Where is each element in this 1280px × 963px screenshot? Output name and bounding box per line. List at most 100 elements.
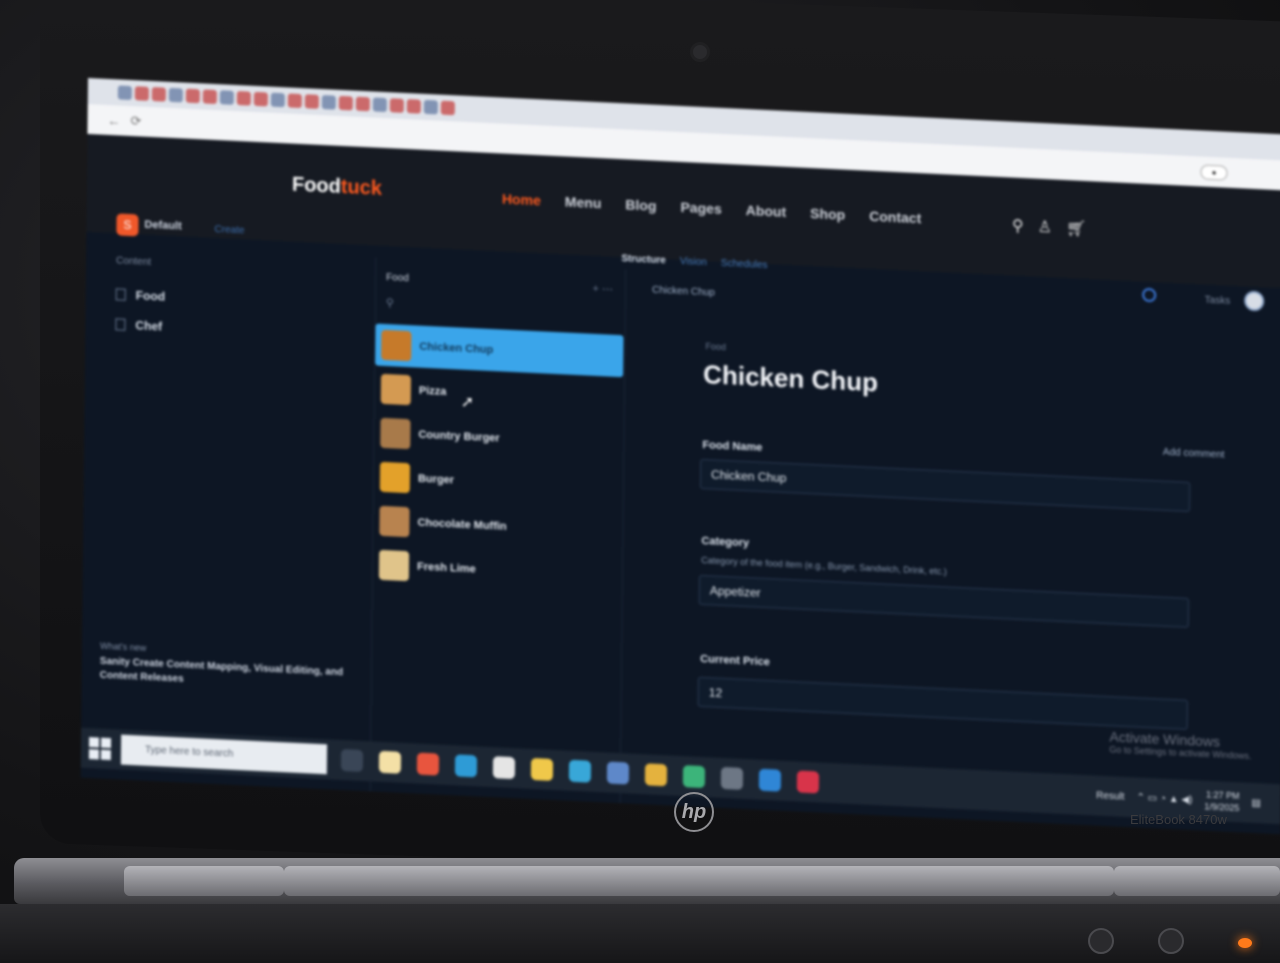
profile-button[interactable]: ● [1200, 163, 1228, 181]
document-icon [115, 288, 126, 301]
app-icon[interactable] [568, 759, 592, 783]
content-item-food[interactable]: Food [115, 287, 166, 304]
terminal-icon[interactable] [720, 766, 744, 790]
hinge-segment [124, 866, 284, 896]
tool-structure[interactable]: Structure [621, 253, 666, 266]
laptop-screen: ← ⟳ ● Foodtuck Home Menu Blog Pages Abou… [80, 78, 1280, 835]
tab-icon[interactable] [321, 95, 336, 110]
list-item-title: Country Burger [418, 428, 500, 445]
content-item-label: Food [135, 288, 166, 304]
food-name-label: Food Name [702, 438, 763, 454]
nav-home[interactable]: Home [502, 191, 541, 209]
studio-tools: Structure Vision Schedules [621, 253, 767, 271]
content-pane: Content Food Chef What's new Sanity Crea… [80, 243, 377, 792]
site-icons: ⚲ ♙ 🛒︎ [1012, 216, 1087, 239]
add-comment-button[interactable]: Add comment [1163, 447, 1225, 461]
list-item-fresh-lime[interactable]: Fresh Lime [373, 543, 621, 597]
site-logo[interactable]: Foodtuck [292, 174, 382, 201]
logo-accent-text: tuck [340, 175, 383, 200]
photo-scene: ← ⟳ ● Foodtuck Home Menu Blog Pages Abou… [0, 0, 1280, 963]
task-view-icon[interactable] [340, 748, 364, 772]
tab-icon[interactable] [236, 91, 251, 106]
tab-icon[interactable] [355, 96, 370, 112]
category-description: Category of the food item (e.g., Burger,… [701, 554, 947, 577]
nav-blog[interactable]: Blog [625, 196, 656, 213]
windows-start-icon[interactable] [88, 737, 112, 761]
taskbar-search-input[interactable]: Type here to search [120, 734, 328, 775]
nav-about[interactable]: About [746, 202, 787, 220]
content-item-chef[interactable]: Chef [115, 317, 163, 334]
tab-icon[interactable] [185, 88, 200, 104]
app-icon[interactable] [378, 750, 402, 774]
content-item-label: Chef [135, 318, 163, 334]
vscode-icon[interactable] [758, 768, 782, 792]
laptop-base [0, 904, 1280, 963]
tab-icon[interactable] [151, 87, 166, 102]
tab-icon[interactable] [270, 92, 285, 108]
app-icon[interactable] [682, 765, 706, 789]
workspace-icon[interactable]: S [116, 213, 139, 237]
laptop-model-label: EliteBook 8470w [1130, 812, 1227, 827]
user-icon[interactable]: ♙ [1037, 217, 1052, 238]
weather-text[interactable]: Result [1096, 790, 1124, 802]
nav-menu[interactable]: Menu [565, 193, 602, 211]
file-explorer-icon[interactable] [530, 757, 554, 781]
search-icon[interactable]: ⚲ [1012, 216, 1024, 237]
tab-icon[interactable] [406, 99, 421, 114]
power-led [1238, 938, 1252, 948]
search-icon[interactable]: ⚲ [386, 296, 394, 309]
price-label: Current Price [700, 652, 770, 669]
back-icon[interactable]: ← [107, 112, 120, 128]
github-icon[interactable] [492, 756, 516, 780]
tab-icon[interactable] [168, 87, 183, 103]
tab-icon[interactable] [304, 94, 319, 109]
list-actions[interactable]: + ⋯ [592, 282, 613, 296]
clock[interactable]: 1:27 PM 1/9/2025 [1204, 789, 1239, 815]
food-thumbnail [381, 329, 412, 362]
nav-contact[interactable]: Contact [869, 208, 921, 226]
tab-icon[interactable] [440, 100, 455, 116]
content-heading: Content [116, 255, 152, 268]
food-list-pane: Food + ⋯ ⚲ Chicken Chup Pizza Country Bu… [370, 257, 627, 804]
document-icon [115, 318, 126, 331]
price-field[interactable]: 12 [697, 676, 1188, 730]
tab-icon[interactable] [253, 91, 268, 107]
tab-icon[interactable] [423, 99, 438, 115]
category-label: Category [701, 534, 750, 550]
reload-icon[interactable]: ⟳ [130, 113, 141, 130]
tab-icon[interactable] [338, 95, 353, 111]
food-name-field[interactable]: Chicken Chup [699, 458, 1191, 512]
tab-icon[interactable] [372, 97, 387, 113]
document-editor: Chicken Chup Food Chicken Chup Add comme… [621, 269, 1280, 834]
tab-icon[interactable] [134, 86, 149, 101]
app-icon[interactable] [416, 752, 440, 776]
workspace-name[interactable]: Default [144, 219, 181, 233]
tab-icon[interactable] [117, 85, 132, 101]
food-thumbnail [380, 373, 412, 406]
site-nav: Home Menu Blog Pages About Shop Contact [502, 191, 922, 227]
list-heading: Food [385, 272, 409, 285]
app-icon[interactable] [796, 770, 820, 794]
cart-icon[interactable]: 🛒︎ [1066, 218, 1087, 239]
food-thumbnail [379, 505, 410, 538]
webcam [690, 42, 710, 62]
tray-icons[interactable]: ⌃ ▭ ◔ ▲ ◀) [1136, 792, 1192, 806]
create-button[interactable]: Create [214, 224, 244, 236]
tool-schedules[interactable]: Schedules [721, 258, 768, 271]
tab-icon[interactable] [389, 98, 404, 113]
app-icon[interactable] [606, 761, 630, 785]
tab-icon[interactable] [287, 93, 302, 109]
breadcrumb[interactable]: Chicken Chup [652, 285, 715, 299]
nav-shop[interactable]: Shop [810, 205, 845, 223]
chrome-icon[interactable] [644, 763, 668, 787]
notifications-icon[interactable]: ▤ [1251, 797, 1261, 808]
whats-new-card[interactable]: What's new Sanity Create Content Mapping… [100, 641, 360, 695]
tab-icon[interactable] [202, 89, 217, 105]
nav-pages[interactable]: Pages [680, 199, 721, 217]
laptop-hinge [14, 858, 1280, 904]
edge-icon[interactable] [454, 754, 478, 778]
tool-vision[interactable]: Vision [680, 256, 707, 268]
category-field[interactable]: Appetizer [698, 574, 1190, 628]
document-title: Chicken Chup [703, 359, 879, 398]
tab-icon[interactable] [219, 90, 234, 105]
